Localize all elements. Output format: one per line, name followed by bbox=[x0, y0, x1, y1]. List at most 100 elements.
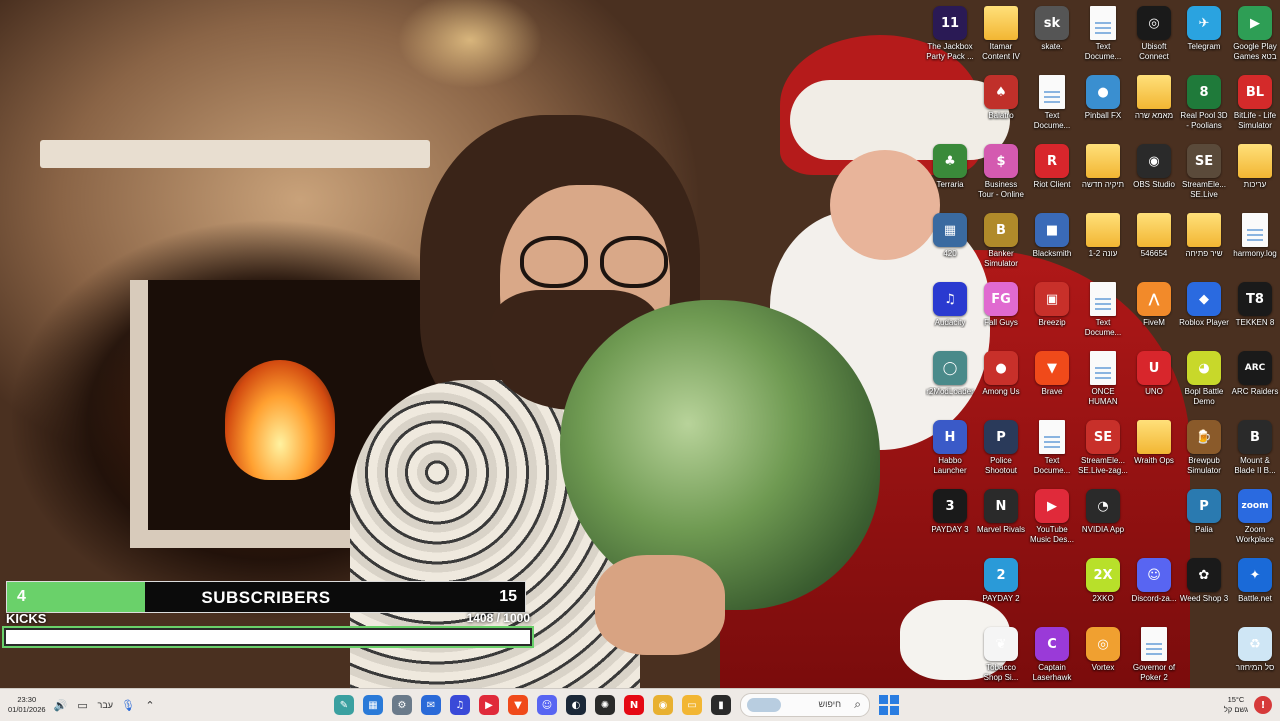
store-icon[interactable]: ▦ bbox=[363, 695, 383, 715]
desktop-icon[interactable]: H Habbo Launcher bbox=[925, 420, 975, 476]
desktop-icon[interactable]: ◆ Roblox Player bbox=[1179, 282, 1229, 328]
desktop-icon[interactable]: zoom Zoom Workplace bbox=[1230, 489, 1280, 545]
desktop-icon[interactable]: תיקיה חדשה bbox=[1078, 144, 1128, 190]
desktop-icon-label: Text Docume... bbox=[1084, 318, 1122, 337]
desktop-icon[interactable]: P Palia bbox=[1179, 489, 1229, 535]
desktop-icon[interactable]: $ Business Tour - Online M... bbox=[976, 144, 1026, 200]
desktop-icon[interactable]: ✦ Battle.net bbox=[1230, 558, 1280, 604]
desktop-icon[interactable]: ♣ Terraria bbox=[925, 144, 975, 190]
desktop-icon[interactable]: ◎ Vortex bbox=[1078, 627, 1128, 673]
chatgpt-icon[interactable]: ✺ bbox=[595, 695, 615, 715]
microphone-icon[interactable]: 🎙 bbox=[121, 699, 135, 712]
desktop-icon[interactable]: B Mount & Blade II B... bbox=[1230, 420, 1280, 476]
weather-text: 15°C גשם קל bbox=[1224, 695, 1248, 715]
desktop-icon[interactable]: ✿ Weed Shop 3 bbox=[1179, 558, 1229, 604]
discord-icon[interactable]: ☺ bbox=[537, 695, 557, 715]
desktop-icon[interactable]: ◕ Bopl Battle Demo bbox=[1179, 351, 1229, 407]
desktop-icon[interactable]: 1-2 עונה bbox=[1078, 213, 1128, 259]
desktop-icon[interactable]: ONCE HUMAN bbox=[1078, 351, 1128, 407]
start-button[interactable] bbox=[879, 695, 899, 715]
desktop-icon-label: 546654 bbox=[1140, 249, 1168, 258]
desktop-icon[interactable]: 8 Real Pool 3D - Poolians bbox=[1179, 75, 1229, 131]
desktop-icon[interactable]: ♠ Balatro bbox=[976, 75, 1026, 121]
telegram-icon: ✈ bbox=[1187, 6, 1221, 40]
brave-icon[interactable]: ▼ bbox=[508, 695, 528, 715]
desktop-icon[interactable]: Text Docume... bbox=[1078, 282, 1128, 338]
desktop-icon[interactable]: ♻ סל המיחזור bbox=[1230, 627, 1280, 673]
subscriber-current-count: 4 bbox=[17, 588, 26, 605]
desktop-icon[interactable]: מאמא שרה bbox=[1129, 75, 1179, 121]
desktop-icon[interactable]: Text Docume... bbox=[1078, 6, 1128, 62]
desktop-icon[interactable]: ● Among Us bbox=[976, 351, 1026, 397]
clock-date: 01/01/2026 bbox=[8, 705, 46, 714]
desktop-icon[interactable]: ▼ Brave bbox=[1027, 351, 1077, 397]
desktop-icon[interactable]: ✈ Telegram bbox=[1179, 6, 1229, 52]
folder-icon bbox=[1137, 420, 1171, 454]
desktop-icon[interactable]: 546654 bbox=[1129, 213, 1179, 259]
taskbar-weather[interactable]: 15°C גשם קל ! bbox=[1224, 689, 1272, 721]
file-explorer-icon[interactable]: ▭ bbox=[682, 695, 702, 715]
desktop-icon[interactable]: B Banker Simulator bbox=[976, 213, 1026, 269]
desktop-icon[interactable]: ▶ Google Play Games בטא bbox=[1230, 6, 1280, 62]
desktop-icon[interactable]: עריכות bbox=[1230, 144, 1280, 190]
settings-icon[interactable]: ⚙ bbox=[392, 695, 412, 715]
desktop-icon[interactable]: ◉ OBS Studio bbox=[1129, 144, 1179, 190]
netflix-icon[interactable]: N bbox=[624, 695, 644, 715]
taskbar-clock[interactable]: 23:30 01/01/2026 bbox=[8, 695, 46, 715]
chrome-icon[interactable]: ◉ bbox=[653, 695, 673, 715]
desktop-icon[interactable]: ● Pinball FX bbox=[1078, 75, 1128, 121]
chevron-up-icon[interactable]: ⌃ bbox=[143, 699, 157, 712]
desktop-icon[interactable]: U UNO bbox=[1129, 351, 1179, 397]
desktop-icon[interactable]: sk skate. bbox=[1027, 6, 1077, 52]
desktop-icon[interactable]: Text Docume... bbox=[1027, 420, 1077, 476]
desktop-icon[interactable]: FG Fall Guys bbox=[976, 282, 1026, 328]
folder-icon bbox=[1137, 75, 1171, 109]
desktop-icon[interactable]: BL BitLife - Life Simulator bbox=[1230, 75, 1280, 131]
desktop-icon[interactable]: SE StreamEle... SE.Live-zag... bbox=[1078, 420, 1128, 476]
terraria-icon: ♣ bbox=[933, 144, 967, 178]
audacity-icon[interactable]: ♫ bbox=[450, 695, 470, 715]
desktop-icon[interactable]: 🍺 Brewpub Simulator bbox=[1179, 420, 1229, 476]
desktop-icon[interactable]: SE StreamEle... SE.Live bbox=[1179, 144, 1229, 200]
desktop-icon-label: Blacksmith bbox=[1032, 249, 1072, 258]
desktop-icon-label: Among Us bbox=[982, 387, 1020, 396]
desktop-icon[interactable]: ❦ Tobacco Shop Si... bbox=[976, 627, 1026, 683]
desktop-icon[interactable]: ▦ 420 bbox=[925, 213, 975, 259]
desktop-icon[interactable]: P Police Shootout bbox=[976, 420, 1026, 476]
desktop-icon[interactable]: R Riot Client bbox=[1027, 144, 1077, 190]
desktop-icon[interactable]: 11 The Jackbox Party Pack ... bbox=[925, 6, 975, 62]
desktop-icon[interactable]: Text Docume... bbox=[1027, 75, 1077, 131]
outlook-icon[interactable]: ✉ bbox=[421, 695, 441, 715]
desktop-icon[interactable]: ☺ Discord-za... bbox=[1129, 558, 1179, 604]
desktop-icon[interactable]: 2X 2XKO bbox=[1078, 558, 1128, 604]
desktop-icon[interactable]: שיר פתיחה bbox=[1179, 213, 1229, 259]
desktop-icon[interactable]: ⋀ FiveM bbox=[1129, 282, 1179, 328]
desktop-icon[interactable]: T8 TEKKEN 8 bbox=[1230, 282, 1280, 328]
desktop-icon[interactable]: Itamar Content IV bbox=[976, 6, 1026, 62]
desktop-icon[interactable]: 3 PAYDAY 3 bbox=[925, 489, 975, 535]
greenshot-icon[interactable]: ✎ bbox=[334, 695, 354, 715]
desktop-icon[interactable]: 2 PAYDAY 2 bbox=[976, 558, 1026, 604]
desktop-icon[interactable]: ◔ NVIDIA App bbox=[1078, 489, 1128, 535]
speaker-icon[interactable]: 🔊 bbox=[54, 699, 68, 712]
youtube-music-icon[interactable]: ▶ bbox=[479, 695, 499, 715]
desktop-icon[interactable]: N Marvel Rivals bbox=[976, 489, 1026, 535]
steam-icon[interactable]: ◐ bbox=[566, 695, 586, 715]
taskbar-search-box[interactable]: חיפוש ⌕ bbox=[740, 693, 870, 717]
network-icon[interactable]: ▭ bbox=[76, 699, 90, 712]
language-indicator[interactable]: עבר bbox=[98, 700, 113, 710]
desktop-icon[interactable]: ◎ Ubisoft Connect bbox=[1129, 6, 1179, 62]
desktop-icon[interactable]: ◯ r2ModLoader bbox=[925, 351, 975, 397]
desktop-icon[interactable]: ■ Blacksmith bbox=[1027, 213, 1077, 259]
desktop-icon[interactable]: ♫ Audacity bbox=[925, 282, 975, 328]
subscriber-goal-label: SUBSCRIBERS bbox=[201, 588, 331, 607]
desktop-icon[interactable]: ▶ YouTube Music Des... bbox=[1027, 489, 1077, 545]
desktop-icon[interactable]: Governor of Poker 2 bbox=[1129, 627, 1179, 683]
desktop-icon[interactable]: harmony.log bbox=[1230, 213, 1280, 259]
brave-icon: ▼ bbox=[1035, 351, 1069, 385]
terminal-icon[interactable]: ▮ bbox=[711, 695, 731, 715]
desktop-icon[interactable]: C Captain Laserhawk bbox=[1027, 627, 1077, 683]
desktop-icon[interactable]: ▣ Breezip bbox=[1027, 282, 1077, 328]
desktop-icon[interactable]: ARC ARC Raiders bbox=[1230, 351, 1280, 397]
desktop-icon[interactable]: Wraith Ops bbox=[1129, 420, 1179, 466]
